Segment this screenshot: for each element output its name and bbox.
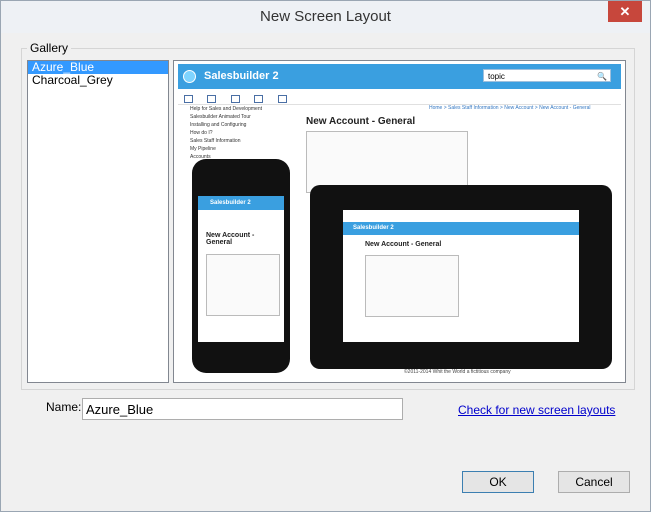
list-icon xyxy=(184,95,193,103)
dialog-window: New Screen Layout ✕ Gallery Azure_Blue C… xyxy=(0,0,651,512)
preview-search-value: topic xyxy=(488,72,505,81)
preview-search-box: topic 🔍 xyxy=(483,69,611,82)
tablet-form-thumbnail xyxy=(365,255,459,317)
preview-app-name: Salesbuilder 2 xyxy=(204,70,279,82)
filter-icon xyxy=(254,95,264,103)
nav-item: Installing and Configuring xyxy=(190,122,247,128)
nav-item: My Pipeline xyxy=(190,146,216,152)
folder-icon xyxy=(207,95,217,103)
tablet-mockup: Salesbuilder 2 New Account - General xyxy=(310,185,612,369)
list-item-charcoal-grey[interactable]: Charcoal_Grey xyxy=(28,74,168,87)
nav-item: Help for Sales and Development xyxy=(190,106,262,112)
tablet-app-header: Salesbuilder 2 xyxy=(343,222,579,235)
check-layouts-link[interactable]: Check for new screen layouts xyxy=(458,403,615,417)
layout-preview: Salesbuilder 2 topic 🔍 Help for Sales an… xyxy=(173,60,626,383)
name-label: Name: xyxy=(46,400,82,414)
phone-form-thumbnail xyxy=(206,254,280,316)
search-icon xyxy=(277,95,287,103)
tablet-screen: Salesbuilder 2 New Account - General xyxy=(343,210,579,342)
cancel-button[interactable]: Cancel xyxy=(558,471,630,493)
phone-mockup: Salesbuilder 2 New Account - General xyxy=(192,159,290,373)
preview-toolbar xyxy=(178,90,621,105)
search-icon: 🔍 xyxy=(597,72,607,81)
ok-button[interactable]: OK xyxy=(462,471,534,493)
phone-app-header: Salesbuilder 2 xyxy=(198,196,284,210)
app-logo-icon xyxy=(183,70,196,83)
phone-screen: Salesbuilder 2 New Account - General xyxy=(198,196,284,342)
preview-form-thumbnail xyxy=(306,131,468,193)
title-bar: New Screen Layout ✕ xyxy=(1,1,650,33)
preview-page-heading: New Account - General xyxy=(306,116,416,127)
nav-item: How do I? xyxy=(190,130,213,136)
preview-footer: ©2011-2014 Whit the World a fictitious c… xyxy=(404,369,511,375)
book-icon xyxy=(230,95,240,103)
close-button[interactable]: ✕ xyxy=(608,1,642,22)
tablet-page-heading: New Account - General xyxy=(365,241,442,248)
nav-item: Sales Staff Information xyxy=(190,138,241,144)
preview-app-header: Salesbuilder 2 topic 🔍 xyxy=(178,64,621,89)
phone-page-heading: New Account - General xyxy=(206,232,255,246)
window-title: New Screen Layout xyxy=(260,8,391,25)
nav-item: Salesbuilder Animated Tour xyxy=(190,114,251,120)
name-input[interactable] xyxy=(82,398,403,420)
layout-list[interactable]: Azure_Blue Charcoal_Grey xyxy=(27,60,169,383)
preview-breadcrumb: Home > Sales Staff Information > New Acc… xyxy=(429,105,591,111)
gallery-label: Gallery xyxy=(27,41,72,55)
